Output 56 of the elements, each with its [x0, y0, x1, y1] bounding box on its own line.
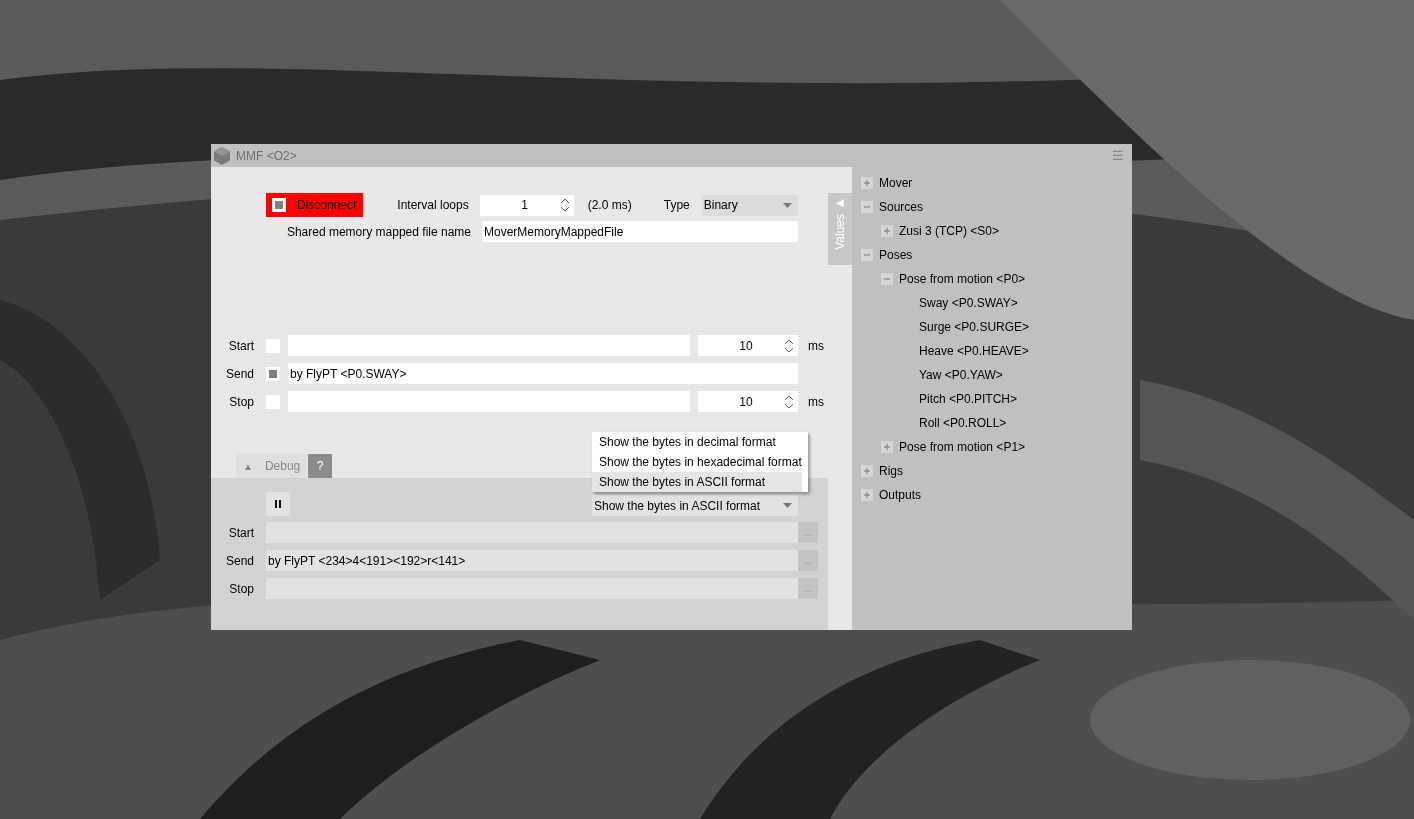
spin-field[interactable]: 1 — [479, 194, 574, 216]
tree-item[interactable]: Heave <P0.HEAVE> — [919, 342, 1029, 360]
tree-item[interactable]: Poses — [879, 246, 913, 264]
plus-icon[interactable] — [881, 225, 893, 237]
hexagon-logo-icon — [214, 146, 230, 165]
menu-item[interactable]: Show the bytes in ASCII format — [592, 472, 802, 492]
caret-icon — [783, 503, 792, 508]
spin-field[interactable]: 10 — [698, 335, 798, 356]
tree-item[interactable]: Pitch <P0.PITCH> — [919, 390, 1018, 408]
tree-item[interactable]: Surge <P0.SURGE> — [919, 318, 1030, 336]
plus-icon[interactable] — [861, 465, 873, 477]
caret-icon — [783, 202, 792, 208]
spin-field[interactable]: 10 — [698, 391, 798, 412]
tree-item[interactable]: Pose from motion <P1> — [899, 438, 1026, 456]
tree-item[interactable]: Rigs — [879, 462, 903, 480]
menu-item[interactable]: Show the bytes in decimal format — [592, 432, 802, 452]
type-dropdown[interactable]: Binary — [701, 194, 798, 216]
plus-icon[interactable] — [861, 489, 873, 501]
spinner-arrows-icon[interactable] — [784, 393, 794, 410]
tree-item[interactable]: Mover — [879, 174, 913, 192]
type-label: Type — [663, 197, 690, 214]
format-dropdown[interactable]: Show the bytes in ASCII format — [592, 495, 798, 516]
pause-icon — [275, 500, 281, 508]
command-field[interactable]: by FlyPT <P0.SWAY> — [288, 363, 798, 384]
mmf-label: Shared memory mapped file name — [286, 223, 471, 241]
interval-label: Interval loops — [396, 197, 469, 214]
spinner-arrows-icon[interactable] — [784, 337, 794, 354]
minus-icon[interactable] — [861, 249, 873, 261]
tree-item[interactable]: Roll <P0.ROLL> — [919, 414, 1007, 432]
tree-item[interactable]: Yaw <P0.YAW> — [919, 366, 1003, 384]
tree-item[interactable]: Outputs — [879, 486, 922, 504]
debug-field: by FlyPT <234>4<191><192>r<141> — [266, 550, 798, 571]
mmf-field[interactable]: MoverMemoryMappedFile — [482, 221, 798, 242]
menu-item[interactable]: Show the bytes in hexadecimal format — [592, 452, 802, 472]
pause-button[interactable] — [266, 492, 290, 516]
tree-item[interactable]: Pose from motion <P0> — [899, 270, 1026, 288]
debug-label: Send — [224, 552, 254, 570]
minus-icon[interactable] — [881, 273, 893, 285]
debug-label: Stop — [228, 580, 254, 598]
command-label: Stop — [228, 393, 254, 411]
unit-label: ms — [808, 337, 824, 355]
interval-note: (2.0 ms) — [587, 197, 632, 214]
unit-label: ms — [808, 393, 824, 411]
spinner-arrows-icon[interactable] — [559, 197, 570, 213]
debug-label: Start — [227, 524, 254, 542]
plus-icon[interactable] — [861, 177, 873, 189]
plus-icon[interactable] — [881, 441, 893, 453]
window-title: MMF <O2> — [236, 147, 297, 165]
command-label: Start — [227, 337, 254, 355]
tree-item[interactable]: Zusi 3 (TCP) <S0> — [899, 222, 1000, 240]
minus-icon[interactable] — [861, 201, 873, 213]
command-label: Send — [224, 365, 254, 383]
tree-item[interactable]: Sources — [879, 198, 924, 216]
checkbox[interactable] — [266, 366, 280, 381]
disconnect-button[interactable]: Disconnect — [266, 193, 364, 217]
tree-item[interactable]: Sway <P0.SWAY> — [919, 294, 1018, 312]
